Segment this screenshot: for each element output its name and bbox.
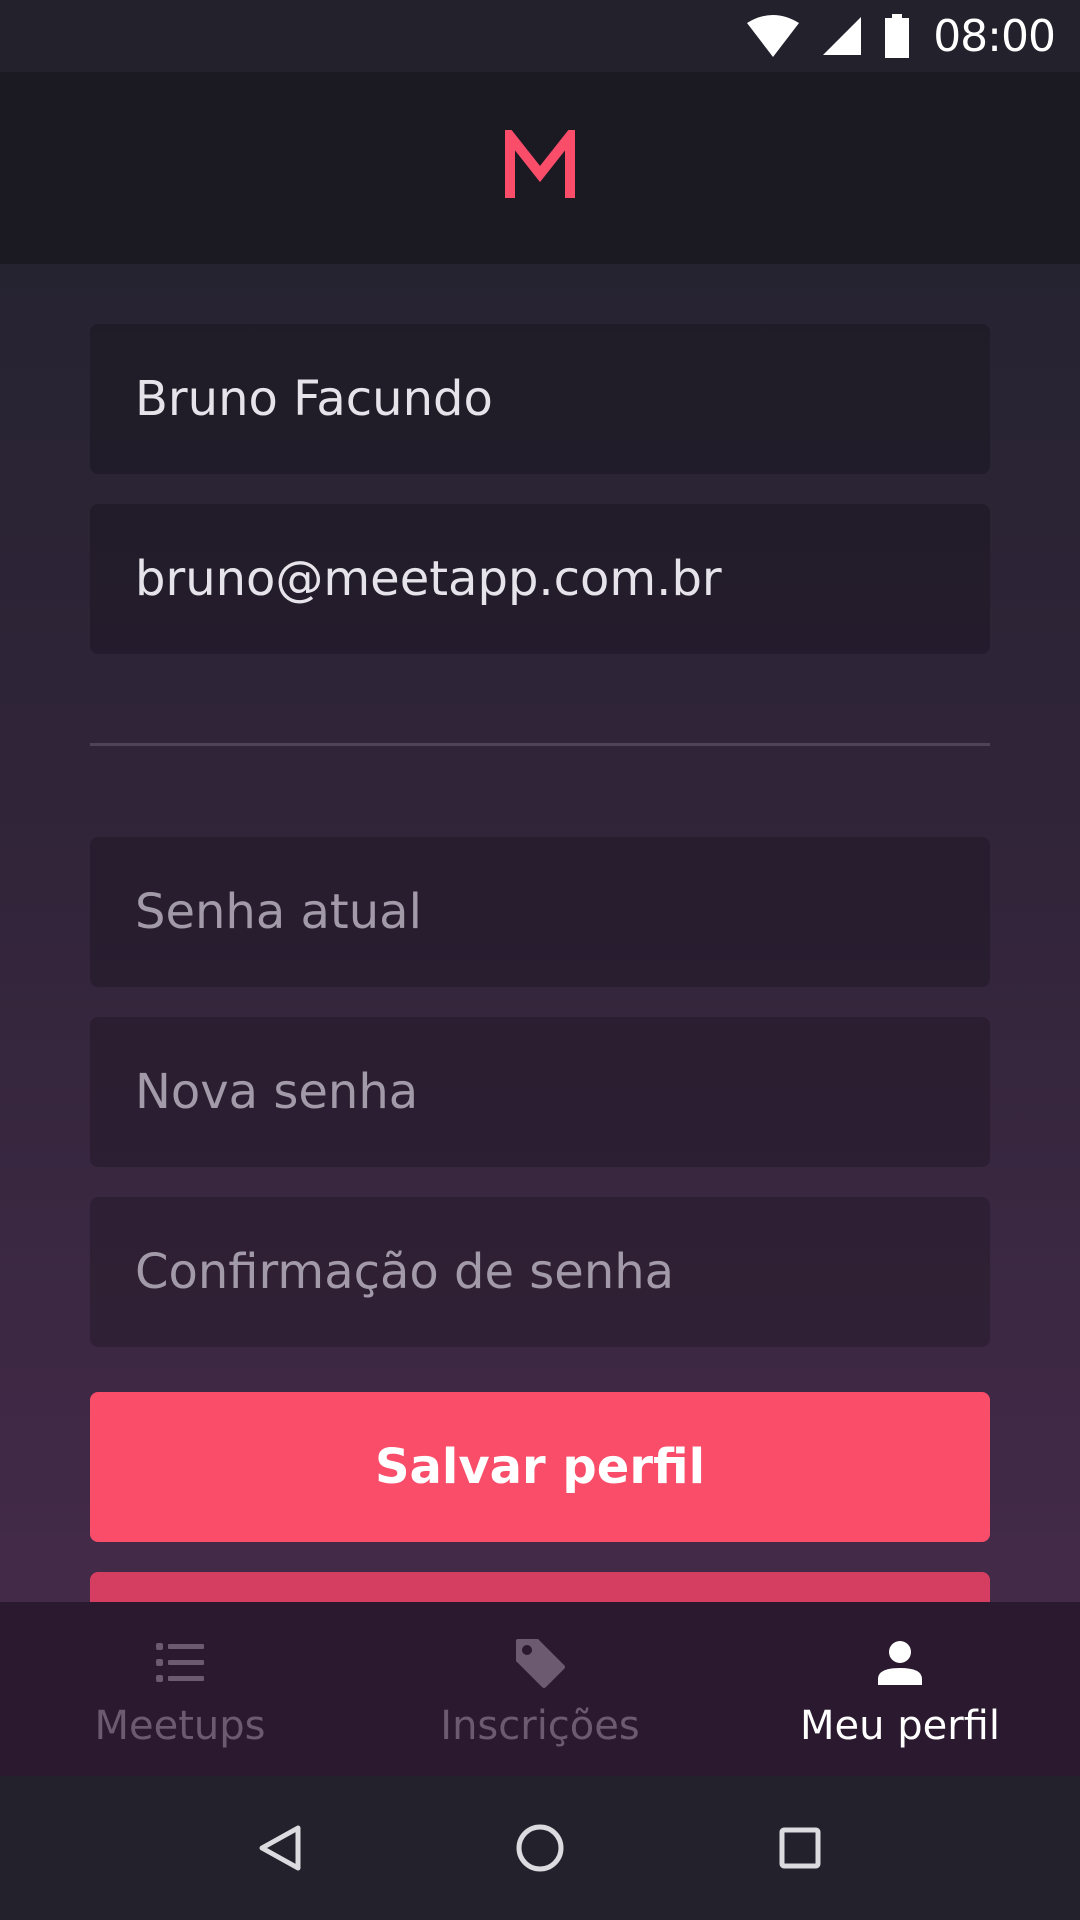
- back-icon[interactable]: [220, 1788, 340, 1908]
- recents-icon[interactable]: [740, 1788, 860, 1908]
- confirm-password-field[interactable]: Confirmação de senha: [90, 1197, 990, 1347]
- tab-bar: Meetups Inscrições Meu perfil: [0, 1602, 1080, 1776]
- status-bar: 08:00: [0, 0, 1080, 72]
- form-divider: [90, 743, 990, 746]
- tab-meetups[interactable]: Meetups: [0, 1602, 360, 1776]
- app-logo: [504, 121, 576, 207]
- current-password-field[interactable]: Senha atual: [90, 837, 990, 987]
- system-nav-bar: [0, 1776, 1080, 1920]
- tab-label-meu-perfil: Meu perfil: [800, 1703, 1000, 1749]
- status-time: 08:00: [933, 10, 1056, 62]
- name-field[interactable]: Bruno Facundo: [90, 324, 990, 474]
- tag-icon: [514, 1635, 566, 1691]
- new-password-field[interactable]: Nova senha: [90, 1017, 990, 1167]
- person-icon: [878, 1635, 922, 1691]
- tab-label-inscricoes: Inscrições: [440, 1703, 640, 1749]
- home-icon[interactable]: [480, 1788, 600, 1908]
- list-icon: [156, 1635, 204, 1691]
- logout-button[interactable]: [90, 1572, 990, 1602]
- profile-form: Bruno Facundo bruno@meetapp.com.br Senha…: [0, 264, 1080, 1602]
- save-profile-button[interactable]: Salvar perfil: [90, 1392, 990, 1542]
- tab-meu-perfil[interactable]: Meu perfil: [720, 1602, 1080, 1776]
- wifi-icon: [747, 15, 800, 57]
- battery-icon: [885, 14, 910, 58]
- screen: 08:00 Bruno Facundo bruno@meetapp.com.br…: [0, 0, 1080, 1920]
- app-header: [0, 72, 1080, 264]
- signal-icon: [823, 17, 862, 55]
- email-field[interactable]: bruno@meetapp.com.br: [90, 504, 990, 654]
- tab-inscricoes[interactable]: Inscrições: [360, 1602, 720, 1776]
- tab-label-meetups: Meetups: [94, 1703, 266, 1749]
